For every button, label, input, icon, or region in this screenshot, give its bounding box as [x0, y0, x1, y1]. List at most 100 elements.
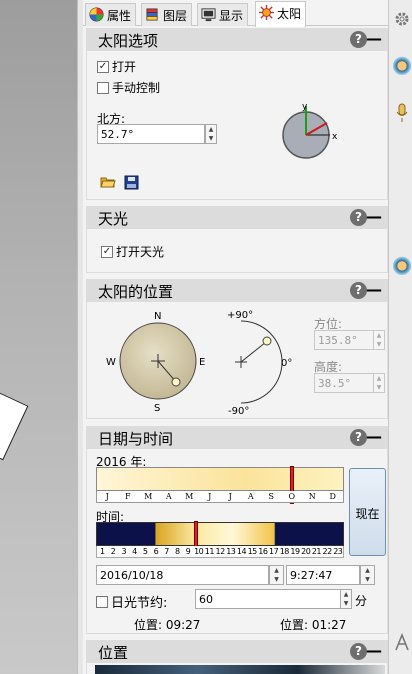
enable-sun-label: 打开 [112, 60, 137, 74]
open-folder-icon[interactable] [100, 175, 116, 189]
section-location: 位置 ? — [86, 640, 388, 674]
month-tick-label: M [185, 492, 194, 501]
section-header[interactable]: 位置 ? — [87, 641, 387, 663]
dst-row[interactable]: 日光节约: [96, 592, 167, 611]
location-map-preview[interactable] [95, 665, 385, 674]
hour-tick-label: 5 [142, 547, 148, 556]
properties-icon [89, 7, 104, 22]
hour-tick-label: 10 [194, 547, 204, 556]
help-icon[interactable]: ? [350, 209, 367, 226]
hour-tick-label: 13 [226, 547, 236, 556]
settings-gear-icon[interactable] [393, 8, 411, 30]
tab-layers[interactable]: 图层 [141, 3, 193, 26]
section-header[interactable]: 日期与时间 ? — [87, 427, 387, 449]
month-tick-label: J [208, 492, 212, 501]
tab-layers-label: 图层 [163, 9, 188, 23]
manual-control-row[interactable]: 手动控制 [97, 79, 160, 96]
dst-minutes-input[interactable]: 60 [195, 589, 341, 609]
viewport[interactable] [0, 0, 77, 674]
section-title: 太阳的位置 [98, 282, 174, 301]
hour-scale: 1 2 3 4 5 6 7 8 9 10 11 12 13 14 15 16 17 18 19 20 21 22 23 [96, 546, 344, 558]
hour-tick-label: 21 [311, 547, 322, 556]
azimuth-input[interactable]: 135.8° [314, 330, 374, 350]
collapse-icon[interactable]: — [366, 643, 382, 659]
azimuth-spinner[interactable]: ▲ ▼ [373, 330, 385, 350]
time-spinner[interactable]: ▲ ▼ [360, 565, 375, 585]
help-icon[interactable]: ? [350, 31, 367, 48]
section-title: 日期与时间 [98, 429, 174, 448]
help-icon[interactable]: ? [350, 282, 367, 299]
viewport-object[interactable] [0, 385, 29, 461]
section-header[interactable]: 太阳的位置 ? — [87, 280, 387, 302]
hour-tick-label: 1 [100, 547, 105, 556]
month-tick-label: J [105, 492, 109, 501]
time-input[interactable]: 9:27:47 [286, 565, 360, 585]
month-tick-label: S [268, 492, 274, 501]
enable-sun-row[interactable]: ✓ 打开 [97, 58, 136, 75]
collapse-icon[interactable]: — [366, 429, 382, 445]
azimuth-compass[interactable]: N W E S [105, 310, 211, 414]
year-slider[interactable] [96, 467, 344, 491]
dst-label: 日光节约: [111, 596, 168, 611]
manual-control-label: 手动控制 [112, 81, 161, 95]
text-size-icon[interactable] [393, 632, 411, 654]
enable-skylight-checkbox[interactable]: ✓ [101, 245, 113, 258]
tab-display-label: 显示 [219, 9, 244, 23]
character-avatar-icon[interactable] [393, 256, 411, 278]
time-slider[interactable] [96, 522, 344, 546]
collapse-icon[interactable]: — [366, 31, 382, 47]
display-icon [201, 8, 216, 22]
svg-text:+90°: +90° [227, 310, 253, 321]
month-scale: JFMAMJJASOND [96, 491, 344, 503]
position-local-label: 位置: 09:27 [134, 618, 201, 632]
enable-skylight-label: 打开天光 [116, 245, 165, 259]
help-icon[interactable]: ? [350, 643, 367, 660]
month-tick-label: J [228, 492, 232, 501]
collapse-icon[interactable]: — [366, 282, 382, 298]
north-compass-dial[interactable]: y x [278, 103, 340, 159]
hour-tick-label: 15 [247, 547, 258, 556]
date-input[interactable]: 2016/10/18 [96, 565, 269, 585]
month-tick-label: M [144, 492, 153, 501]
enable-sun-checkbox[interactable]: ✓ [97, 60, 109, 73]
section-header[interactable]: 太阳选项 ? — [87, 29, 387, 51]
month-tick-label: D [329, 492, 336, 501]
save-disk-icon[interactable] [124, 175, 139, 190]
now-button[interactable]: 现在 [349, 468, 386, 556]
hour-tick-label: 16 [258, 547, 268, 556]
month-tick-label: A [165, 492, 172, 501]
enable-skylight-row[interactable]: ✓ 打开天光 [101, 243, 164, 260]
character-avatar-icon[interactable] [393, 56, 411, 78]
hour-tick-label: 19 [290, 547, 300, 556]
svg-text:x: x [332, 132, 338, 142]
tab-display[interactable]: 显示 [197, 3, 249, 26]
dst-spinner[interactable]: ▲ ▼ [340, 589, 352, 609]
hour-tick-label: 14 [236, 547, 247, 556]
north-input[interactable]: 52.7° [97, 124, 205, 144]
svg-text:W: W [106, 357, 116, 368]
sun-panel: 属性 图层 显示 太阳 太阳选项 ? — ✓ 打开 手动控制 北方: 52.7°… [83, 0, 388, 674]
microphone-icon[interactable] [393, 102, 411, 124]
svg-text:y: y [302, 103, 308, 112]
date-spinner[interactable]: ▲ ▼ [269, 565, 284, 585]
manual-control-checkbox[interactable] [97, 81, 109, 94]
month-tick-label: A [247, 492, 254, 501]
svg-text:N: N [154, 311, 161, 322]
altitude-spinner[interactable]: ▲ ▼ [373, 373, 385, 393]
collapse-icon[interactable]: — [366, 209, 382, 225]
north-spinner[interactable]: ▲ ▼ [205, 124, 217, 144]
dst-checkbox[interactable] [96, 595, 108, 608]
hour-tick-label: 4 [132, 547, 137, 556]
help-icon[interactable]: ? [350, 429, 367, 446]
section-header[interactable]: 天光 ? — [87, 207, 387, 229]
hour-tick-label: 9 [185, 547, 191, 556]
hour-tick-label: 3 [121, 547, 127, 556]
tab-properties[interactable]: 属性 [85, 3, 137, 26]
altitude-input[interactable]: 38.5° [314, 373, 374, 393]
section-title: 太阳选项 [98, 31, 159, 50]
hour-tick-label: 7 [164, 547, 169, 556]
svg-text:-90°: -90° [228, 406, 249, 416]
svg-text:0°: 0° [281, 358, 292, 369]
tab-sun[interactable]: 太阳 [255, 1, 307, 27]
altitude-gauge[interactable]: +90° 0° -90° [217, 308, 299, 416]
